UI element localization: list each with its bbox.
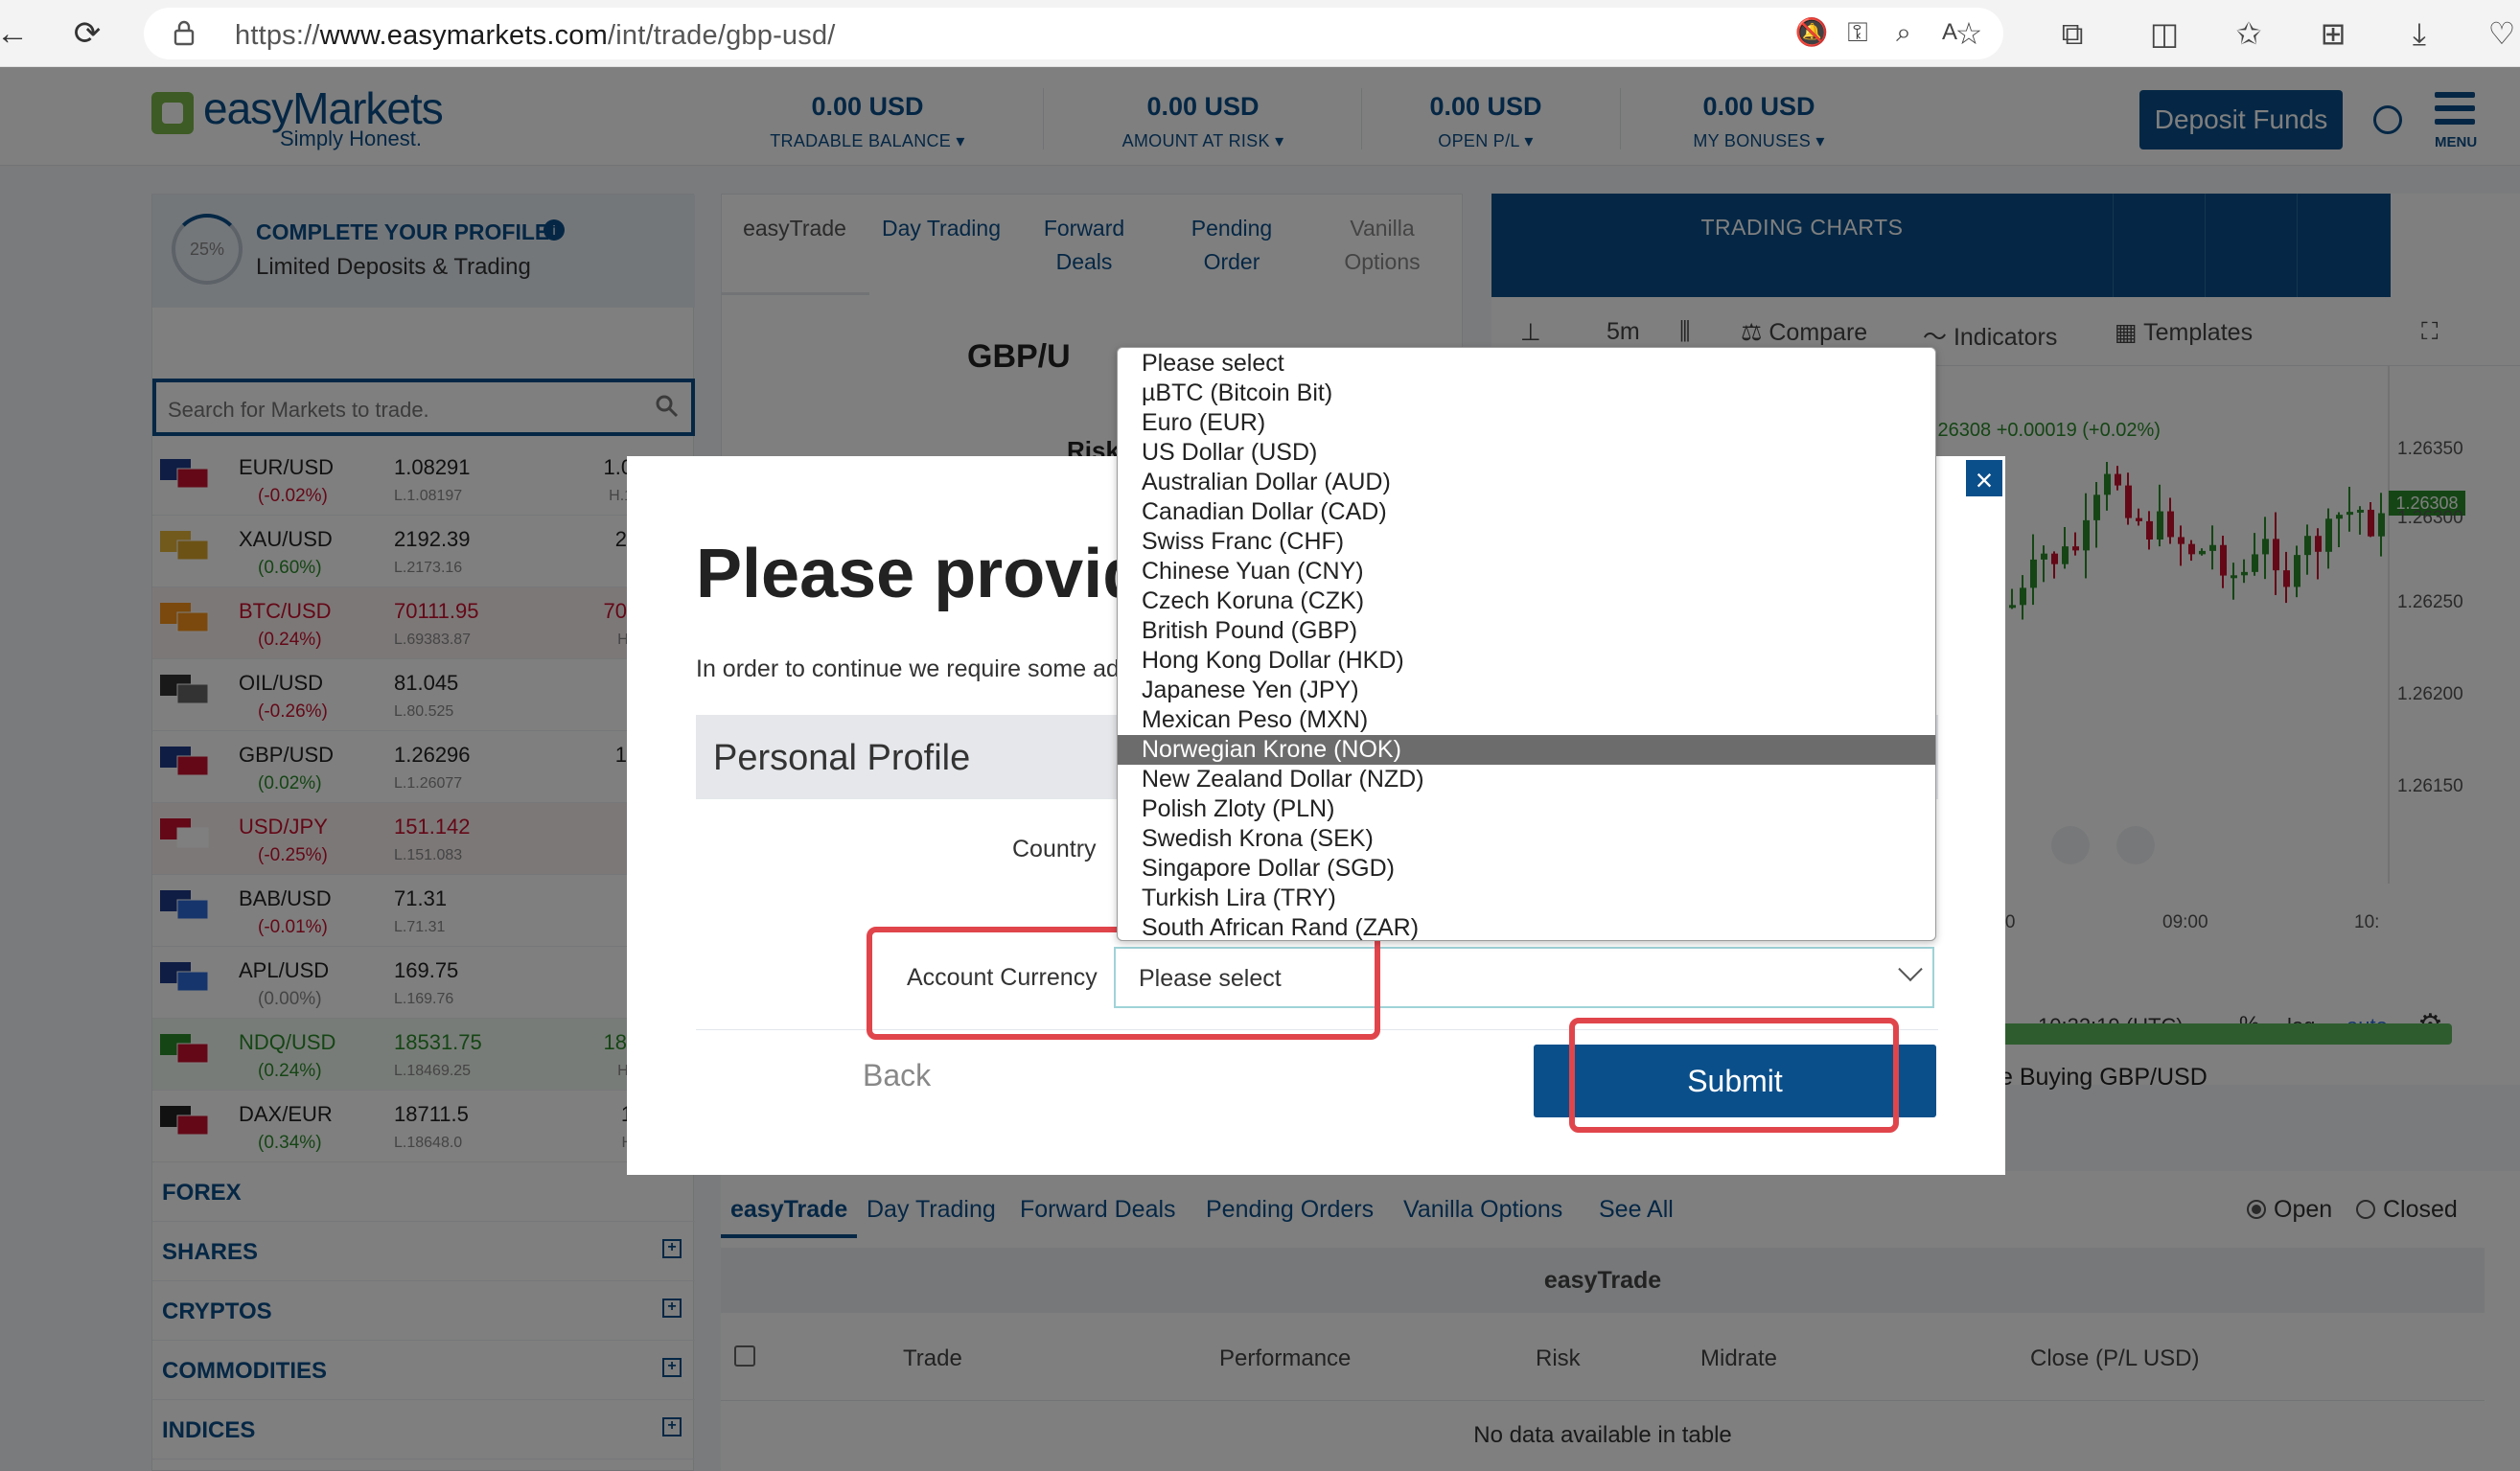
highlight-box-currency xyxy=(867,927,1380,1040)
close-icon[interactable]: × xyxy=(1964,458,2004,498)
zoom-icon[interactable]: ⌕ xyxy=(1884,13,1923,52)
refresh-icon[interactable]: ⟳ xyxy=(67,13,107,54)
chevron-down-icon xyxy=(1898,956,1923,982)
currency-option[interactable]: New Zealand Dollar (NZD) xyxy=(1118,765,1935,794)
currency-option[interactable]: Euro (EUR) xyxy=(1118,408,1935,438)
currency-option[interactable]: Japanese Yen (JPY) xyxy=(1118,676,1935,705)
browser-essentials-icon[interactable]: ♡ xyxy=(2483,14,2520,53)
favorites-icon[interactable]: ✩ xyxy=(2230,14,2268,53)
collections-icon[interactable]: ⊞ xyxy=(2314,14,2352,53)
currency-dropdown-list[interactable]: Please select µBTC (Bitcoin Bit) Euro (EUR… xyxy=(1117,347,1936,941)
modal-title: Please provide xyxy=(696,536,1184,612)
currency-option[interactable]: Polish Zloty (PLN) xyxy=(1118,794,1935,824)
currency-option[interactable]: Turkish Lira (TRY) xyxy=(1118,884,1935,913)
currency-option[interactable]: Chinese Yuan (CNY) xyxy=(1118,557,1935,586)
currency-option[interactable]: µBTC (Bitcoin Bit) xyxy=(1118,379,1935,408)
currency-option[interactable]: Australian Dollar (AUD) xyxy=(1118,468,1935,497)
extensions-icon[interactable]: ⧉ xyxy=(2053,14,2092,53)
downloads-icon[interactable]: ⤓ xyxy=(2400,14,2439,53)
currency-option[interactable]: British Pound (GBP) xyxy=(1118,616,1935,646)
currency-option[interactable]: Hong Kong Dollar (HKD) xyxy=(1118,646,1935,676)
currency-option[interactable]: Czech Koruna (CZK) xyxy=(1118,586,1935,616)
browser-toolbar: ← ⟳ https://www.easymarkets.com/int/trad… xyxy=(0,0,2520,67)
country-label: Country xyxy=(1012,836,1097,862)
currency-option[interactable]: South African Rand (ZAR) xyxy=(1118,913,1935,940)
back-arrow-icon[interactable]: ← xyxy=(0,13,33,54)
currency-option[interactable]: Mexican Peso (MXN) xyxy=(1118,705,1935,735)
notifications-off-icon[interactable]: 🔕 xyxy=(1792,13,1831,52)
currency-option[interactable]: Canadian Dollar (CAD) xyxy=(1118,497,1935,527)
address-bar[interactable]: https://www.easymarkets.com/int/trade/gb… xyxy=(144,8,2003,59)
url-text: https://www.easymarkets.com/int/trade/gb… xyxy=(235,20,836,51)
back-button[interactable]: Back xyxy=(863,1058,931,1093)
highlight-box-submit xyxy=(1569,1018,1899,1133)
modal-description: In order to continue we require some ad xyxy=(696,655,1120,682)
favorite-star-icon[interactable]: ☆ xyxy=(1950,14,1988,53)
currency-option[interactable]: Swedish Krona (SEK) xyxy=(1118,824,1935,854)
currency-option[interactable]: Singapore Dollar (SGD) xyxy=(1118,854,1935,884)
split-screen-icon[interactable]: ◫ xyxy=(2145,14,2184,53)
lock-icon xyxy=(173,20,195,46)
currency-option[interactable]: US Dollar (USD) xyxy=(1118,438,1935,468)
currency-option[interactable]: Swiss Franc (CHF) xyxy=(1118,527,1935,557)
currency-option[interactable]: Please select xyxy=(1118,349,1935,379)
currency-option[interactable]: Norwegian Krone (NOK) xyxy=(1118,735,1935,765)
key-icon[interactable]: ⚿ xyxy=(1838,13,1877,52)
